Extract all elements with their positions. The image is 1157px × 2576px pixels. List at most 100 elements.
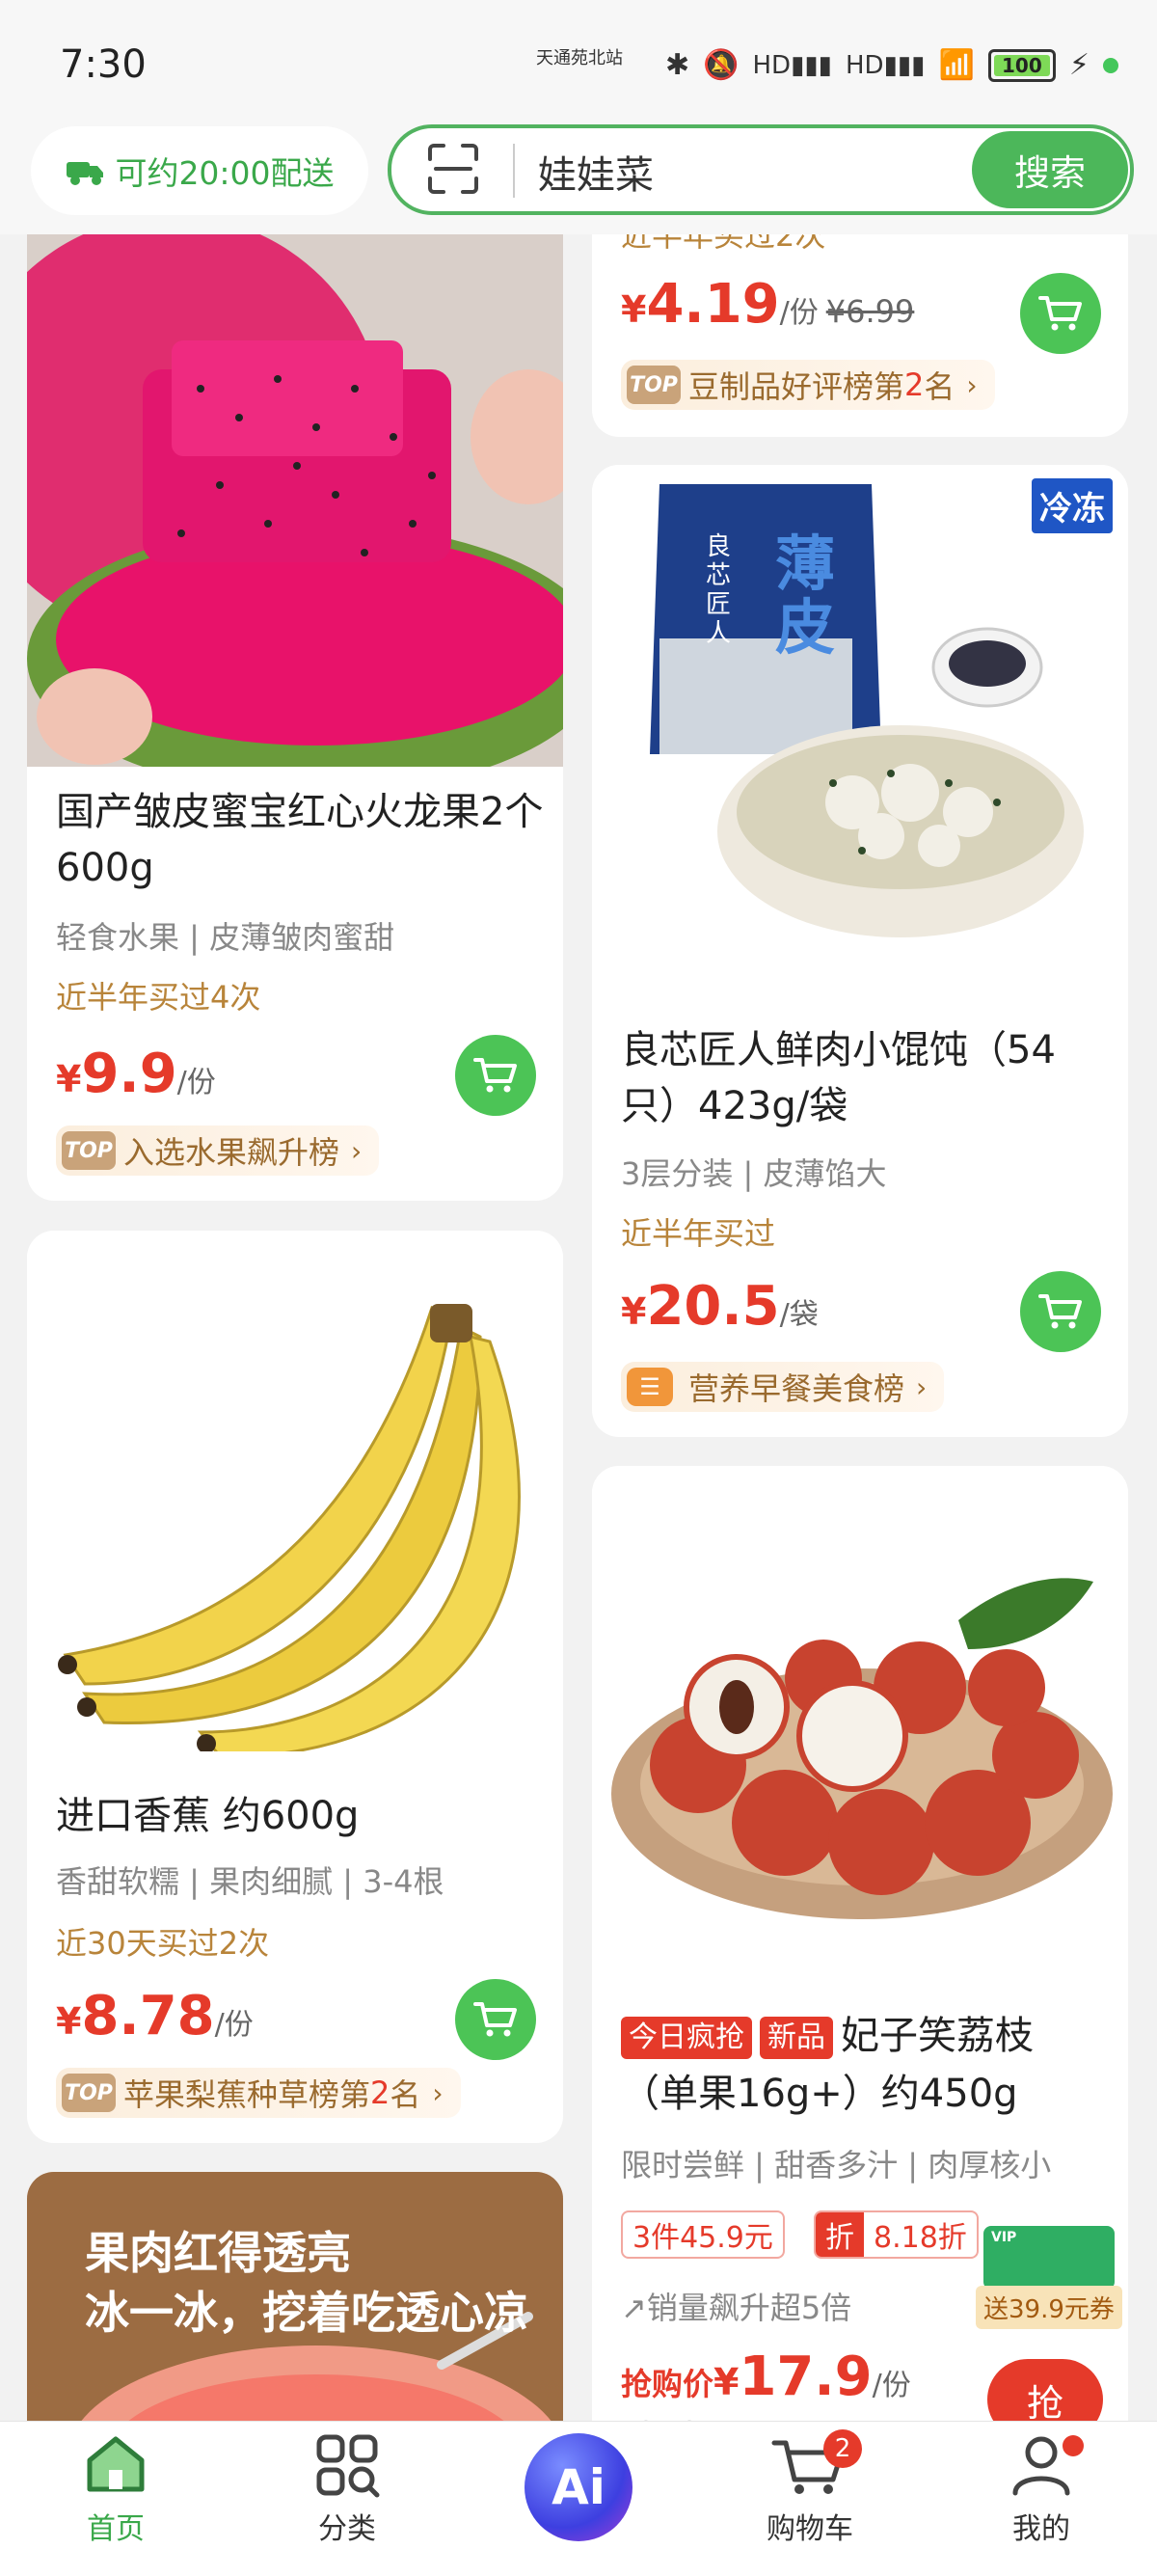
sales-trend: ↗销量飙升超5倍 (621, 2284, 851, 2328)
cart-icon (473, 1058, 517, 1093)
product-title: 进口香蕉 约600g (56, 1794, 360, 1838)
banner-line2: 冰一冰，挖着吃透心凉 (85, 2287, 528, 2339)
chevron-right-icon: › (916, 1370, 928, 1403)
rank-badge[interactable]: TOP 苹果梨蕉种草榜第 2 名 › (56, 2068, 461, 2118)
product-subtitle: 轻食水果 | 皮薄皱肉蜜甜 (56, 919, 395, 956)
delivery-time-button[interactable]: 可约20:00配送 (31, 126, 368, 215)
rank-badge[interactable]: ☰ 营养早餐美食榜 › (621, 1362, 945, 1412)
price-value: 17.9 (739, 2346, 873, 2408)
product-price: 抢购价¥17.9/份 (621, 2346, 911, 2408)
product-title: 今日疯抢 新品 妃子笑荔枝 (621, 2008, 1113, 2064)
nav-ai[interactable]: Ai (482, 2422, 675, 2576)
lychee-image (592, 1466, 1128, 1967)
rank-number: 2 (904, 366, 925, 403)
price-label: 抢购价 (621, 2366, 714, 2402)
price-symbol: ¥ (713, 2361, 740, 2403)
rank-text-suffix: 名 (924, 368, 955, 405)
product-card-banana[interactable]: 进口香蕉 约600g 香甜软糯 | 果肉细腻 | 3-4根 近30天买过2次 ¥… (27, 1231, 563, 2143)
banner-line1: 果肉红得透亮 (85, 2227, 351, 2279)
signal-hd-icon: HD▮▮▮ (752, 50, 833, 80)
rank-text: 营养早餐美食榜 (688, 1370, 905, 1407)
chevron-right-icon: › (351, 1134, 363, 1167)
nav-cart-label: 购物车 (767, 2512, 853, 2546)
nav-cart[interactable]: 2 购物车 (713, 2422, 906, 2576)
battery-text: 100 (1001, 53, 1042, 77)
price-unit: /份 (176, 1066, 216, 1099)
delivery-label: 可约20:00配送 (115, 154, 335, 192)
product-price: ¥9.9/份 (56, 1043, 216, 1105)
sales-trend-text: 销量飙升超5倍 (646, 2290, 852, 2326)
signal-hd-icon-2: HD▮▮▮ (846, 50, 926, 80)
product-subtitle: 香甜软糯 | 果肉细腻 | 3-4根 (56, 1863, 444, 1900)
rank-text-suffix: 名 (390, 2076, 421, 2113)
add-to-cart-button[interactable] (455, 1035, 536, 1116)
product-subtitle: 3层分装 | 皮薄馅大 (621, 1155, 887, 1192)
scan-icon[interactable] (426, 142, 480, 196)
rank-badge[interactable]: TOP 豆制品好评榜第 2 名 › (621, 360, 995, 410)
search-button[interactable]: 搜索 (972, 131, 1128, 208)
ai-label: Ai (552, 2459, 605, 2515)
purchase-history: 近30天买过2次 (56, 1925, 270, 1962)
battery-icon: 100 (987, 48, 1056, 82)
category-grid-icon (316, 2434, 380, 2498)
status-icons: ✱ 🔕 HD▮▮▮ HD▮▮▮ 📶 100 ⚡ (665, 48, 1118, 82)
price-value: 4.19 (646, 273, 780, 336)
product-card-tofu[interactable]: 近半年买过2次 ¥4.19/份 ¥6.99 TOP 豆制品好评榜第 2 名 › (592, 234, 1128, 437)
chevron-right-icon: › (966, 368, 978, 401)
promo-discount[interactable]: 折 8.18折 (814, 2210, 979, 2259)
cart-icon (1038, 296, 1082, 331)
nav-mine[interactable]: 我的 (945, 2422, 1138, 2576)
nav-home[interactable]: 首页 (19, 2422, 212, 2576)
rank-text-prefix: 豆制品好评榜第 (688, 368, 905, 405)
bottom-nav: 首页 分类 Ai 2 购物车 我的 (0, 2421, 1157, 2576)
product-price: ¥4.19/份 ¥6.99 (621, 273, 914, 336)
cart-icon (1038, 1294, 1082, 1329)
top-tag: TOP (62, 2074, 116, 2112)
privacy-dot (1102, 57, 1118, 73)
vip-card: VIP (983, 2226, 1115, 2290)
package-name: 薄皮 (775, 529, 836, 663)
price-unit: /份 (779, 296, 819, 330)
nav-home-label: 首页 (87, 2512, 145, 2546)
discount-value: 8.18折 (874, 2221, 967, 2255)
product-title: 国产皱皮蜜宝红心火龙果2个 600g (56, 790, 544, 890)
purchase-history: 近半年买过4次 (56, 979, 261, 1016)
price-value: 8.78 (81, 1985, 215, 2047)
add-to-cart-button[interactable] (1020, 273, 1101, 354)
product-card-dragonfruit[interactable]: 国产皱皮蜜宝红心火龙果2个 600g 轻食水果 | 皮薄皱肉蜜甜 近半年买过4次… (27, 234, 563, 1201)
purchase-history: 近半年买过2次 (621, 234, 826, 254)
bluetooth-icon: ✱ (665, 48, 690, 82)
charging-icon: ⚡ (1068, 48, 1090, 82)
promo-bundle[interactable]: 3件45.9元 (621, 2210, 785, 2259)
add-to-cart-button[interactable] (1020, 1271, 1101, 1352)
vip-card-label: VIP (991, 2230, 1017, 2245)
cart-badge: 2 (823, 2429, 862, 2468)
price-unit: /份 (214, 2008, 254, 2042)
nav-category[interactable]: 分类 (251, 2422, 444, 2576)
price-value: 9.9 (81, 1043, 177, 1105)
top-tag: TOP (62, 1131, 116, 1170)
ai-assistant-icon: Ai (525, 2433, 632, 2541)
status-time: 7:30 (60, 42, 147, 87)
product-subtitle: 限时尝鲜 | 甜香多汁 | 肉厚核小 (621, 2147, 1052, 2183)
original-price: ¥6.99 (825, 293, 915, 330)
purchase-history: 近半年买过 (621, 1215, 776, 1252)
search-input[interactable]: 娃娃菜 (538, 144, 654, 200)
coupon-tag[interactable]: 送39.9元券 (976, 2286, 1122, 2329)
mute-bell-icon: 🔕 (703, 48, 740, 82)
discount-tag: 折 (816, 2212, 864, 2257)
search-bar[interactable]: 娃娃菜 搜索 (388, 124, 1134, 215)
delivery-truck-icon (67, 162, 104, 185)
package-brand: 良芯匠人 (706, 532, 732, 648)
wifi-icon: 📶 (938, 48, 975, 82)
product-card-wonton[interactable]: 良芯匠人 薄皮 冷冻 良芯匠人鲜肉小馄饨（54只）423g/袋 3层分装 | 皮… (592, 465, 1128, 1437)
product-price: ¥8.78/份 (56, 1985, 254, 2047)
price-symbol: ¥ (56, 1058, 82, 1100)
price-unit: /袋 (779, 1298, 819, 1332)
rank-number: 2 (370, 2074, 390, 2111)
product-card-lychee[interactable]: 今日疯抢 新品 妃子笑荔枝 （单果16g+）约450g 限时尝鲜 | 甜香多汁 | … (592, 1466, 1128, 2479)
rank-badge[interactable]: TOP 入选水果飙升榜 › (56, 1125, 380, 1176)
add-to-cart-button[interactable] (455, 1979, 536, 2060)
wonton-image (592, 465, 1128, 986)
status-station: 天通苑北站 (536, 48, 623, 68)
